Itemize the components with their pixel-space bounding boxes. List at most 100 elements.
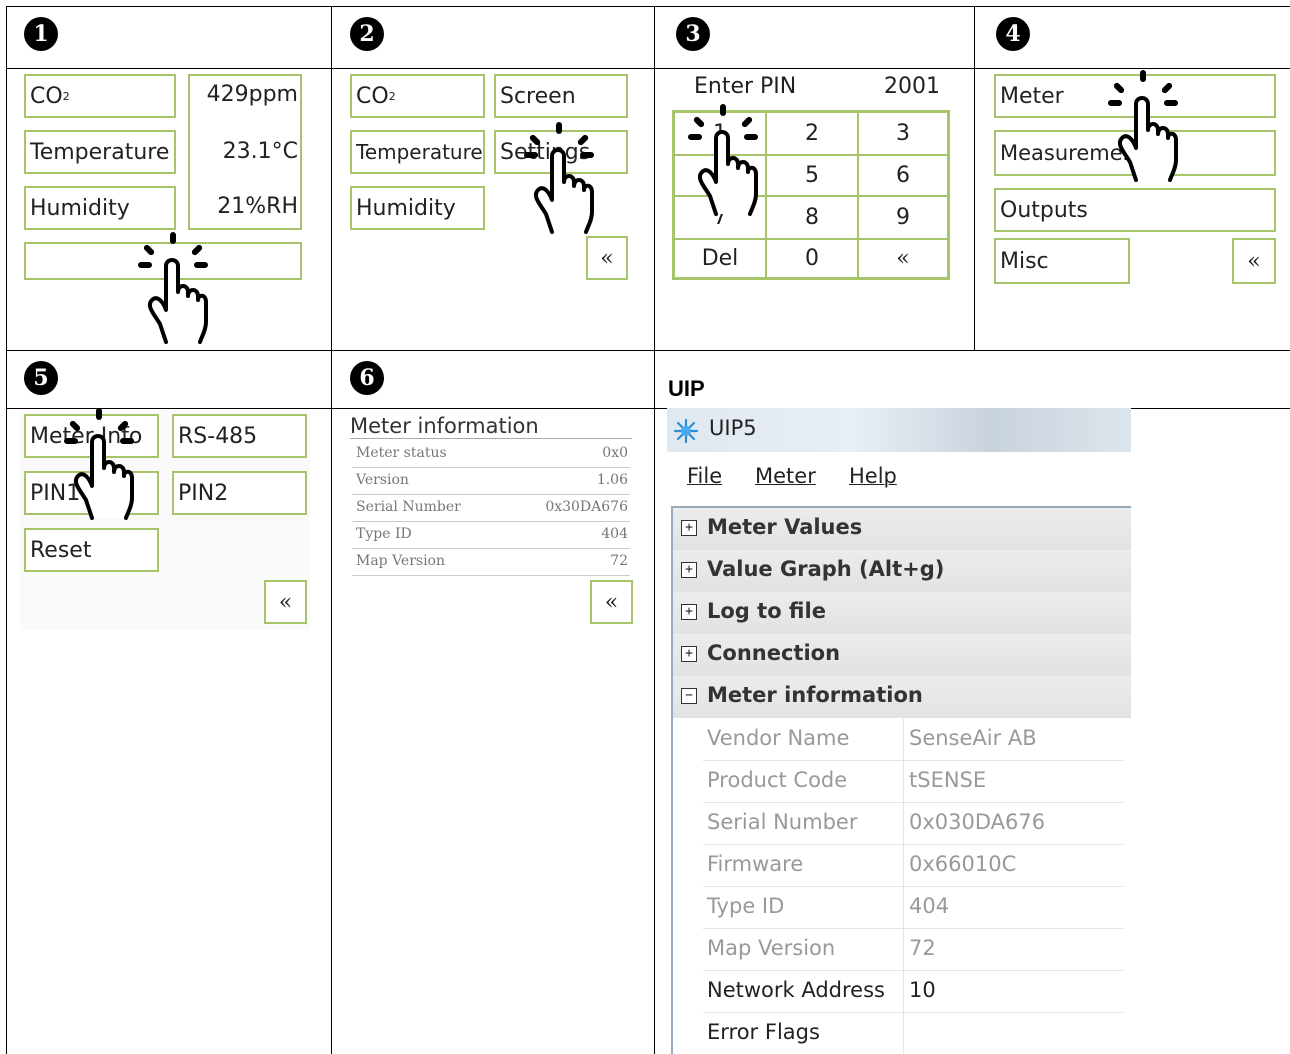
property-value: SenseAir AB — [909, 726, 1037, 750]
property-key: Firmware — [707, 852, 804, 876]
property-row: Serial Number 0x030DA676 — [703, 802, 1123, 845]
window-titlebar: UIP5 — [667, 408, 1131, 452]
divider — [903, 928, 904, 970]
hidden-menu-button[interactable] — [24, 242, 302, 280]
property-key: Map Version — [707, 936, 836, 960]
reset-button[interactable]: Reset — [24, 528, 159, 572]
key-1[interactable]: 1 — [674, 112, 766, 155]
expand-icon[interactable]: + — [681, 646, 697, 662]
section-connection[interactable]: + Connection — [673, 634, 1131, 676]
back-button[interactable]: « — [1232, 238, 1276, 284]
key-7[interactable]: 7 — [674, 196, 766, 239]
back-button-label: « — [1247, 248, 1261, 274]
info-row: Map Version 72 — [352, 548, 630, 576]
grid-line — [6, 68, 1290, 69]
menu-meter[interactable]: Meter — [755, 464, 816, 488]
info-value: 0x0 — [602, 445, 628, 461]
back-button[interactable]: « — [264, 580, 307, 624]
property-key: Network Address — [707, 978, 885, 1002]
humidity-label-box: Humidity — [24, 186, 176, 230]
menu-file[interactable]: File — [687, 464, 722, 488]
back-button[interactable]: « — [590, 580, 633, 624]
menu-bar: File Meter Help — [667, 452, 1131, 500]
divider — [903, 802, 904, 844]
grid-line — [331, 6, 332, 1054]
info-key: Serial Number — [356, 499, 461, 515]
info-key: Type ID — [356, 526, 412, 542]
section-label: Connection — [707, 641, 841, 665]
meter-button-label: Meter — [1000, 83, 1064, 109]
grid-line — [654, 6, 655, 1054]
collapse-icon[interactable]: − — [681, 688, 697, 704]
info-row: Type ID 404 — [352, 521, 630, 549]
rs485-button-label: RS-485 — [178, 423, 258, 449]
property-value: 0x66010C — [909, 852, 1017, 876]
pin-keypad: 1 2 3 4 5 6 7 8 9 Del 0 « — [672, 110, 950, 280]
temperature-label: Temperature — [356, 140, 483, 164]
key-6[interactable]: 6 — [858, 155, 948, 196]
rs485-button[interactable]: RS-485 — [172, 414, 307, 458]
reset-button-label: Reset — [30, 537, 92, 563]
grid-line — [974, 6, 975, 351]
window-title: UIP5 — [709, 416, 757, 440]
misc-button[interactable]: Misc — [994, 238, 1130, 284]
property-row[interactable]: Network Address 10 — [703, 970, 1123, 1013]
pin1-button[interactable]: PIN1 — [24, 471, 159, 515]
step-badge-3: 3 — [676, 17, 710, 51]
property-value[interactable]: 10 — [909, 978, 936, 1002]
grid-line — [6, 350, 1290, 351]
expand-icon[interactable]: + — [681, 604, 697, 620]
grid-line — [6, 6, 7, 1054]
section-meter-values[interactable]: + Meter Values — [673, 508, 1131, 550]
key-del[interactable]: Del — [674, 239, 766, 278]
outputs-button[interactable]: Outputs — [994, 188, 1276, 232]
settings-button[interactable]: Settings — [494, 130, 628, 174]
section-label: Log to file — [707, 599, 826, 623]
step-badge-1: 1 — [24, 17, 58, 51]
humidity-label: Humidity — [356, 195, 456, 221]
key-8[interactable]: 8 — [766, 196, 858, 239]
humidity-value: 21%RH — [217, 194, 298, 219]
key-9[interactable]: 9 — [858, 196, 948, 239]
section-meter-information[interactable]: − Meter information — [673, 676, 1131, 718]
screen-button[interactable]: Screen — [494, 74, 628, 118]
pin1-button-label: PIN1 — [30, 480, 81, 506]
key-back[interactable]: « — [858, 239, 948, 278]
menu-help[interactable]: Help — [849, 464, 897, 488]
screen-button-label: Screen — [500, 83, 576, 109]
key-0[interactable]: 0 — [766, 239, 858, 278]
key-5[interactable]: 5 — [766, 155, 858, 196]
property-row: Firmware 0x66010C — [703, 844, 1123, 887]
property-value: 0x030DA676 — [909, 810, 1046, 834]
expand-icon[interactable]: + — [681, 562, 697, 578]
pin2-button[interactable]: PIN2 — [172, 471, 307, 515]
meter-button[interactable]: Meter — [994, 74, 1276, 118]
key-4[interactable]: 4 — [674, 155, 766, 196]
key-2[interactable]: 2 — [766, 112, 858, 155]
info-row: Meter status 0x0 — [352, 440, 630, 468]
co2-value: 429ppm — [206, 82, 298, 107]
property-key: Vendor Name — [707, 726, 850, 750]
property-value: 404 — [909, 894, 950, 918]
pin2-button-label: PIN2 — [178, 480, 229, 506]
section-log-to-file[interactable]: + Log to file — [673, 592, 1131, 634]
outputs-button-label: Outputs — [1000, 197, 1088, 223]
key-3[interactable]: 3 — [858, 112, 948, 155]
app-icon — [673, 418, 699, 444]
property-tree: + Meter Values + Value Graph (Alt+g) + L… — [671, 506, 1131, 1054]
measurement-button[interactable]: Measurement — [994, 130, 1276, 176]
grid-line-top — [6, 6, 1290, 7]
temperature-label: Temperature — [30, 139, 170, 165]
expand-icon[interactable]: + — [681, 520, 697, 536]
info-value: 1.06 — [596, 472, 628, 488]
enter-pin-label: Enter PIN — [694, 74, 797, 99]
back-button[interactable]: « — [586, 236, 628, 280]
property-row: Vendor Name SenseAir AB — [703, 718, 1123, 761]
meter-info-button-label: Meter Info — [30, 423, 143, 449]
info-row: Serial Number 0x30DA676 — [352, 494, 630, 522]
meter-info-button[interactable]: Meter Info — [24, 414, 159, 458]
property-row: Type ID 404 — [703, 886, 1123, 929]
section-value-graph[interactable]: + Value Graph (Alt+g) — [673, 550, 1131, 592]
info-key: Meter status — [356, 445, 447, 461]
info-value: 0x30DA676 — [545, 499, 628, 515]
